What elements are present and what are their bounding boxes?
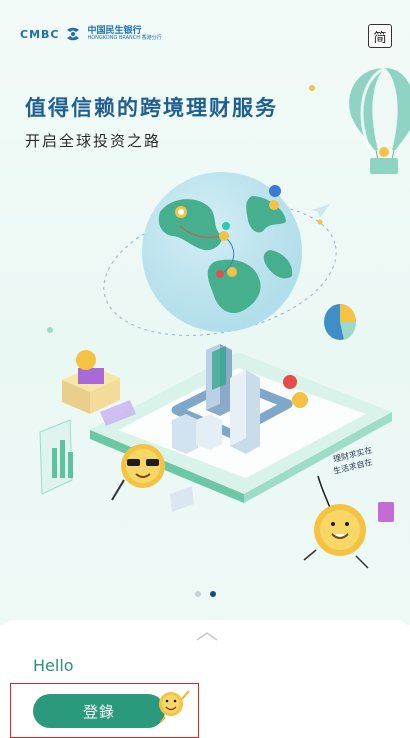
cmbc-logo: CMBC 中国民生银行 HONGKONG BRANCH 香港分行	[20, 22, 162, 46]
promo-banner[interactable]: 理财求实在 生活求自在 CMBC 中国民生银行 HONGKONG BRANCH …	[0, 0, 410, 625]
chevron-up-icon[interactable]	[196, 631, 218, 641]
carousel-dot-2[interactable]	[209, 591, 216, 597]
cmbc-logo-icon	[67, 27, 80, 41]
banner-subheadline: 开启全球投资之路	[25, 132, 162, 150]
coin-mascot-icon	[303, 502, 394, 569]
bar-chart-illustration	[39, 419, 73, 495]
top-bar: CMBC 中国民生银行 HONGKONG BRANCH 香港分行 简	[20, 14, 396, 54]
pie-chart-icon	[324, 304, 357, 340]
bottom-sheet: Hello 登錄	[0, 620, 410, 738]
carousel-dot-1[interactable]	[194, 591, 201, 597]
coin-mascot-icon	[159, 690, 190, 723]
login-button[interactable]: 登錄	[33, 694, 165, 728]
carousel-indicator[interactable]	[0, 591, 410, 597]
banner-headline: 值得信赖的跨境理财服务	[25, 96, 278, 120]
brand-subtitle: HONGKONG BRANCH 香港分行	[87, 35, 162, 42]
coin-mascot-icon	[111, 444, 165, 501]
brand-latin: CMBC	[20, 27, 60, 41]
app-screen: 理财求实在 生活求自在 CMBC 中国民生银行 HONGKONG BRANCH …	[0, 0, 410, 738]
greeting-text: Hello	[33, 656, 74, 675]
language-toggle-button[interactable]: 简	[368, 24, 392, 48]
gift-box-illustration	[62, 350, 120, 414]
hot-air-balloon-icon	[349, 66, 410, 174]
login-focus-highlight: 登錄	[10, 683, 199, 738]
